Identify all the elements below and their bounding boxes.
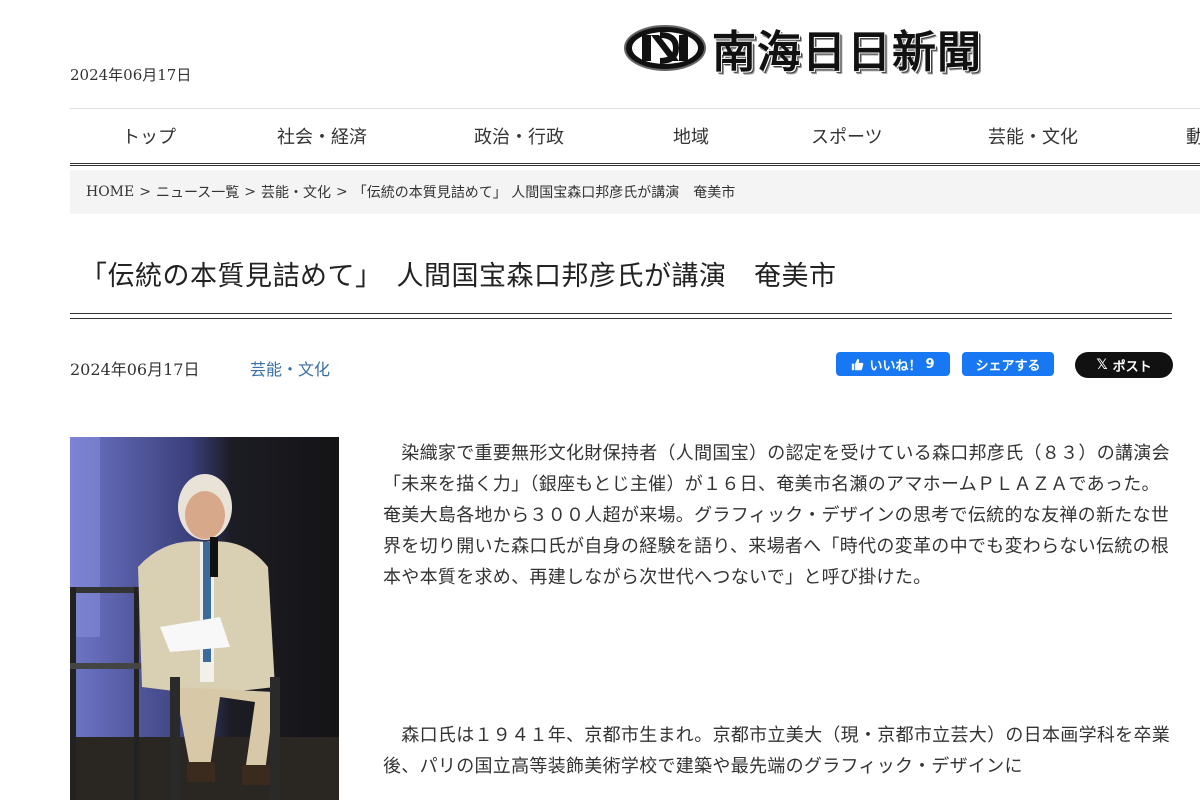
breadcrumb-separator: > [336,184,348,200]
breadcrumb-separator: > [139,184,151,200]
article-date: 2024年06月17日 [70,360,200,379]
article-photo [70,437,339,800]
thumbs-up-icon [852,358,864,370]
paragraph-text: 染織家で重要無形文化財保持者（人間国宝）の認定を受けている森口邦彦氏（８３）の講… [383,443,1170,588]
like-count: 9 [925,356,935,372]
main-nav: トップ 社会・経済 政治・行政 地域 スポーツ 芸能・文化 動 [70,108,1200,166]
nav-item-region[interactable]: 地域 [673,123,709,149]
speaker-photo-illustration [70,437,339,800]
nav-item-video[interactable]: 動 [1186,123,1200,149]
site-logo[interactable]: 南海日日新聞 [622,20,982,78]
breadcrumb-separator: > [244,184,257,200]
facebook-share-button[interactable]: シェアする [962,352,1054,376]
like-label: いいね！ [869,358,922,374]
logo-text: 南海日日新聞 [712,27,982,78]
nav-item-sports[interactable]: スポーツ [811,123,883,149]
breadcrumb-category[interactable]: 芸能・文化 [261,182,331,202]
nav-item-politics[interactable]: 政治・行政 [474,123,564,149]
breadcrumb: HOME > ニュース一覧 > 芸能・文化 > 「伝統の本質見詰めて」 人間国宝… [70,170,1200,214]
x-post-button[interactable]: 𝕏 ポスト [1075,352,1173,378]
article-title: 「伝統の本質見詰めて」 人間国宝森口邦彦氏が講演 奄美市 [80,261,837,292]
paragraph-text: 森口氏は１９４１年、京都市生まれ。京都市立美大（現・京都市立芸大）の日本画学科を… [383,725,1171,777]
nav-item-entertainment-culture[interactable]: 芸能・文化 [988,123,1078,149]
x-logo-icon: 𝕏 [1096,357,1108,373]
post-label: ポスト [1112,359,1152,375]
facebook-like-button[interactable]: いいね！ 9 [836,352,950,376]
header-date: 2024年06月17日 [70,66,192,84]
breadcrumb-news-list[interactable]: ニュース一覧 [156,182,239,202]
article-paragraph-2: 森口氏は１９４１年、京都市生まれ。京都市立美大（現・京都市立芸大）の日本画学科を… [383,720,1173,782]
breadcrumb-current: 「伝統の本質見詰めて」 人間国宝森口邦彦氏が講演 奄美市 [352,185,736,201]
article-paragraph-1: 染織家で重要無形文化財保持者（人間国宝）の認定を受けている森口邦彦氏（８３）の講… [383,438,1173,593]
article-category-link[interactable]: 芸能・文化 [250,356,330,380]
nav-item-top[interactable]: トップ [122,123,176,149]
nav-item-society-economy[interactable]: 社会・経済 [277,123,367,149]
logo-mark-icon [624,25,706,71]
title-divider [70,313,1172,319]
breadcrumb-home[interactable]: HOME [86,184,134,200]
